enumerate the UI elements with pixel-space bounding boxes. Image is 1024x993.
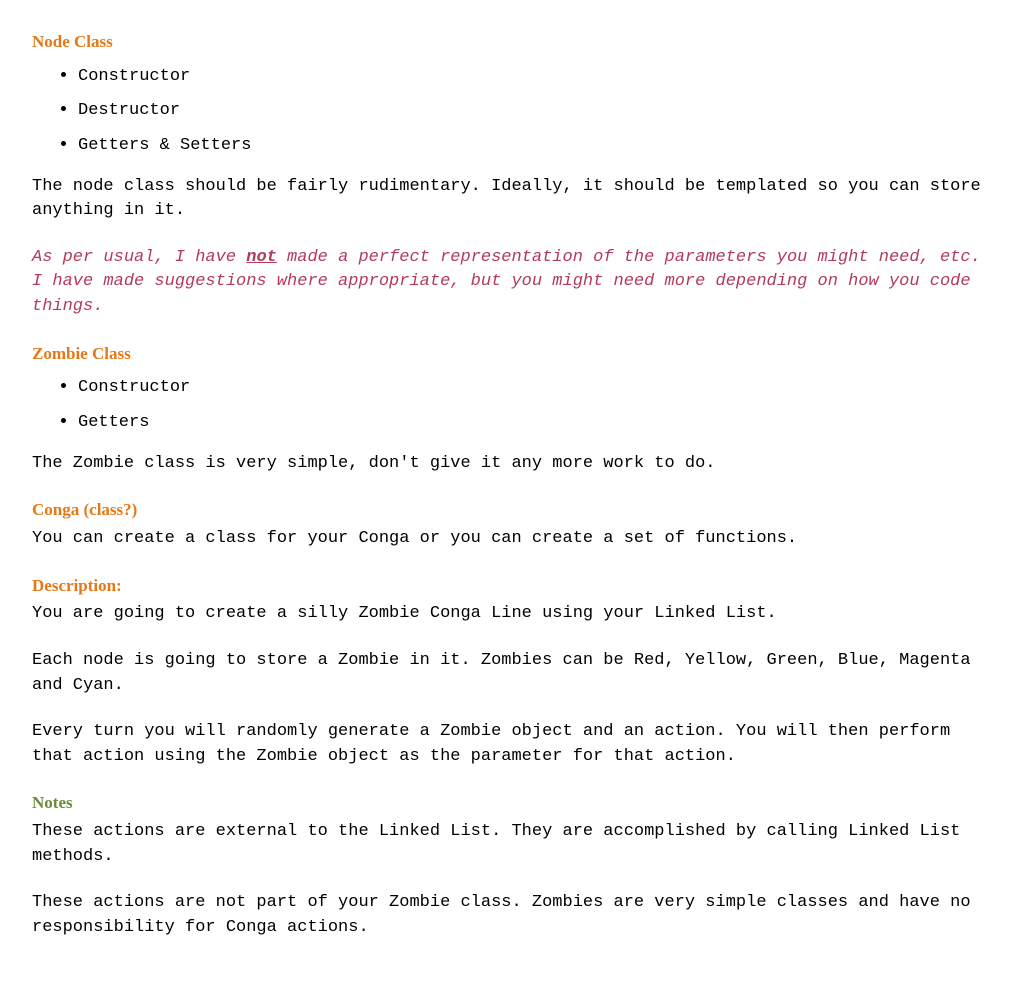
- description-para2: Each node is going to store a Zombie in …: [32, 649, 992, 698]
- note-prefix: As per usual, I have: [32, 248, 246, 267]
- heading-conga: Conga (class?): [32, 498, 992, 523]
- parameters-note: As per usual, I have not made a perfect …: [32, 246, 992, 320]
- node-class-body: The node class should be fairly rudiment…: [32, 175, 992, 224]
- zombie-class-body: The Zombie class is very simple, don't g…: [32, 452, 992, 477]
- description-para1: You are going to create a silly Zombie C…: [32, 602, 992, 627]
- heading-description: Description:: [32, 574, 992, 599]
- conga-body: You can create a class for your Conga or…: [32, 527, 992, 552]
- list-item: Getters: [78, 405, 992, 440]
- list-item: Constructor: [78, 370, 992, 405]
- heading-node-class: Node Class: [32, 30, 992, 55]
- heading-notes: Notes: [32, 791, 992, 816]
- notes-para2: These actions are not part of your Zombi…: [32, 891, 992, 940]
- notes-para1: These actions are external to the Linked…: [32, 820, 992, 869]
- zombie-class-bullets: Constructor Getters: [78, 370, 992, 439]
- list-item: Getters & Setters: [78, 128, 992, 163]
- note-emph: not: [246, 248, 277, 267]
- list-item: Constructor: [78, 59, 992, 94]
- list-item: Destructor: [78, 93, 992, 128]
- heading-zombie-class: Zombie Class: [32, 342, 992, 367]
- description-para3: Every turn you will randomly generate a …: [32, 720, 992, 769]
- node-class-bullets: Constructor Destructor Getters & Setters: [78, 59, 992, 163]
